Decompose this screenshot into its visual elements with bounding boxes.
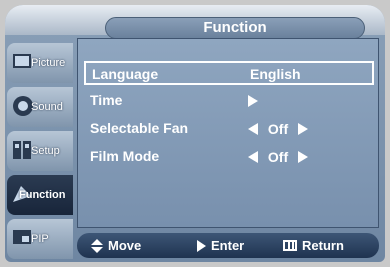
hint-return: Return bbox=[283, 238, 344, 253]
sidebar-item-label: PIP bbox=[31, 233, 49, 245]
sidebar-item-function[interactable]: Function bbox=[7, 175, 73, 215]
menu-button-icon bbox=[283, 240, 297, 251]
hint-enter: Enter bbox=[197, 238, 244, 253]
hint-enter-label: Enter bbox=[211, 238, 245, 253]
function-menu-panel: Language English Time Selectable Fan Off… bbox=[77, 38, 379, 228]
chevron-right-icon bbox=[248, 95, 258, 108]
spinner-control: Off bbox=[248, 120, 308, 137]
menu-title: Function bbox=[105, 17, 365, 39]
sidebar-item-setup[interactable]: Setup bbox=[7, 131, 73, 171]
menu-row-selectable-fan[interactable]: Selectable Fan Off bbox=[84, 117, 374, 141]
sidebar-item-label: Setup bbox=[31, 145, 60, 157]
enter-arrow-icon bbox=[197, 239, 206, 252]
hint-move: Move bbox=[91, 238, 141, 253]
row-value: English bbox=[250, 66, 301, 82]
submenu-arrow-icon bbox=[248, 92, 258, 108]
up-down-arrow-icon bbox=[91, 238, 103, 253]
menu-row-film-mode[interactable]: Film Mode Off bbox=[84, 145, 374, 169]
hint-move-label: Move bbox=[108, 238, 142, 253]
osd-screen: Function Picture Sound Setup Function PI… bbox=[5, 5, 385, 262]
row-label: Time bbox=[90, 92, 123, 108]
spinner-value: Off bbox=[267, 121, 289, 138]
chevron-right-icon[interactable] bbox=[298, 123, 308, 136]
footer-hints: Move Enter Return bbox=[77, 233, 379, 258]
sidebar: Picture Sound Setup Function PIP bbox=[5, 35, 75, 262]
sidebar-item-label: Sound bbox=[31, 101, 63, 113]
sidebar-item-label: Function bbox=[19, 189, 66, 201]
spinner-control: Off bbox=[248, 148, 308, 165]
chevron-left-icon[interactable] bbox=[248, 151, 258, 164]
sidebar-item-picture[interactable]: Picture bbox=[7, 43, 73, 83]
row-label: Film Mode bbox=[90, 148, 160, 164]
hint-return-label: Return bbox=[302, 238, 344, 253]
spinner-value: Off bbox=[267, 149, 289, 166]
tv-osd-frame: Function Picture Sound Setup Function PI… bbox=[0, 0, 390, 267]
chevron-right-icon[interactable] bbox=[298, 151, 308, 164]
sidebar-item-pip[interactable]: PIP bbox=[7, 219, 73, 259]
sidebar-item-label: Picture bbox=[31, 57, 66, 69]
menu-row-time[interactable]: Time bbox=[84, 89, 374, 113]
row-label: Language bbox=[92, 66, 159, 82]
sidebar-item-sound[interactable]: Sound bbox=[7, 87, 73, 127]
menu-row-language[interactable]: Language English bbox=[84, 61, 374, 85]
row-label: Selectable Fan bbox=[90, 120, 189, 136]
chevron-left-icon[interactable] bbox=[248, 123, 258, 136]
